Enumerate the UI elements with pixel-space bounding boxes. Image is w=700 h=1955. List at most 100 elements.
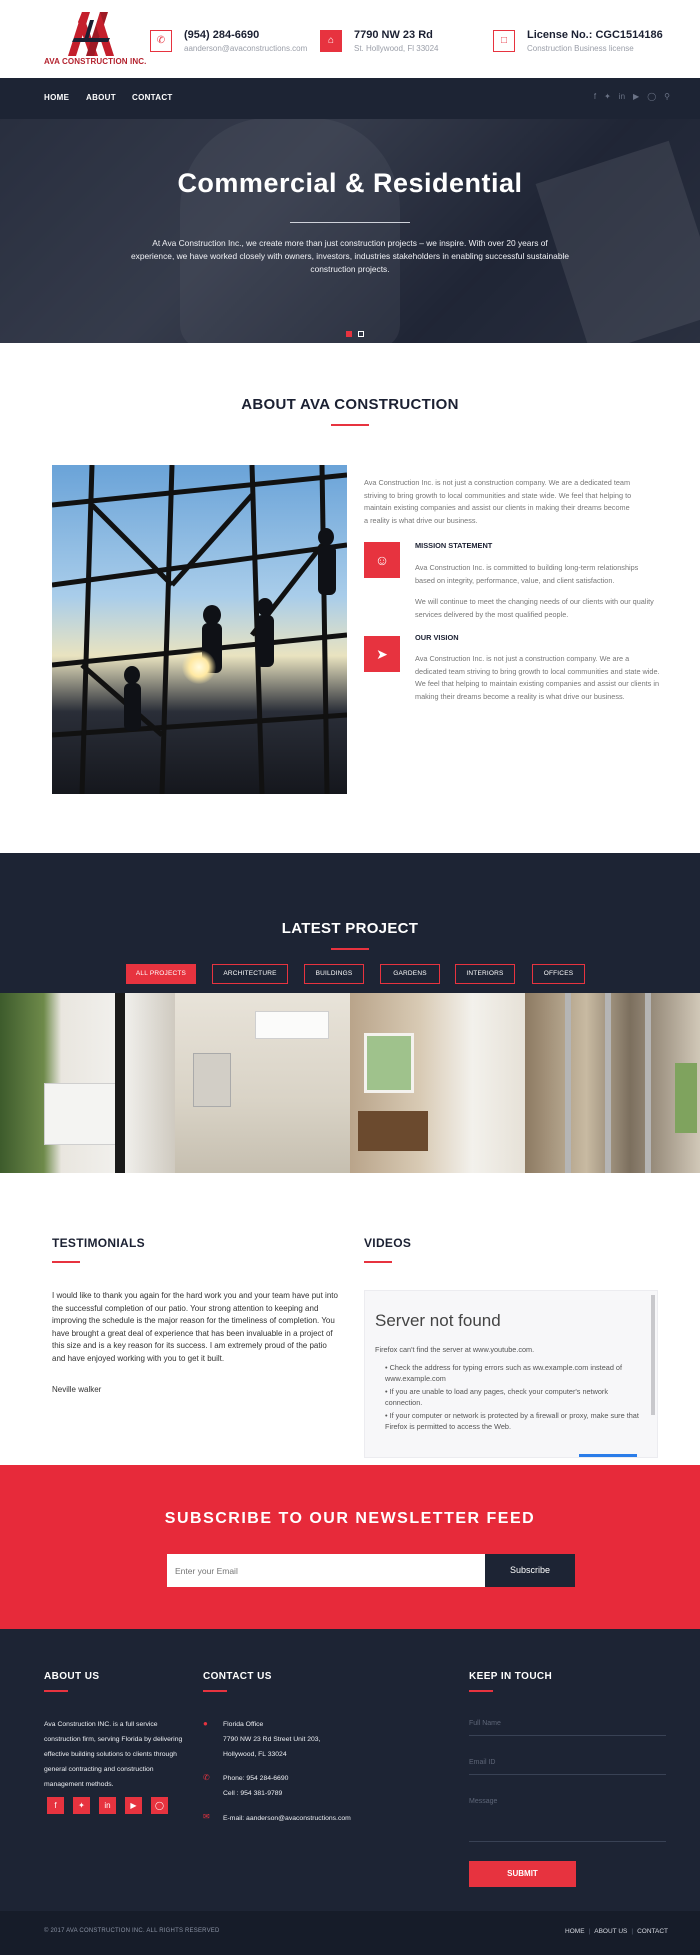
filter-buildings[interactable]: BUILDINGS: [304, 964, 364, 984]
filter-all-projects[interactable]: ALL PROJECTS: [126, 964, 196, 984]
email-id-field[interactable]: Email ID: [469, 1753, 666, 1775]
home-icon: ⌂: [320, 30, 342, 52]
linkedin-icon[interactable]: in: [619, 92, 625, 101]
logo-text: AVA CONSTRUCTION INC.: [44, 57, 147, 66]
error-tip-3-text: If your computer or network is protected…: [385, 1411, 639, 1431]
filter-architecture[interactable]: ARCHITECTURE: [212, 964, 288, 984]
newsletter-section: [0, 1465, 700, 1629]
separator: |: [631, 1928, 634, 1935]
testimonials-bar: [52, 1261, 80, 1263]
message-field[interactable]: Message: [469, 1792, 666, 1842]
license-number: License No.: CGC1514186: [527, 29, 663, 41]
error-message: Firefox can't find the server at www.you…: [375, 1345, 535, 1354]
footer-touch-title: KEEP IN TOUCH: [469, 1671, 553, 1682]
bottom-link-about[interactable]: ABOUT US: [594, 1928, 627, 1935]
projects-title-bar: [331, 948, 369, 950]
filter-interiors[interactable]: INTERIORS: [455, 964, 515, 984]
nav-home[interactable]: HOME: [44, 93, 69, 102]
mission-title: MISSION STATEMENT: [415, 541, 493, 550]
try-again-button[interactable]: [579, 1454, 637, 1457]
instagram-icon[interactable]: ◯: [151, 1797, 168, 1814]
twitter-icon[interactable]: ✦: [604, 92, 611, 101]
bottom-link-contact[interactable]: CONTACT: [637, 1928, 668, 1935]
footer-about-text: Ava Construction INC. is a full service …: [44, 1721, 183, 1788]
footer-contact-title: CONTACT US: [203, 1671, 272, 1682]
hero-divider: [290, 222, 410, 223]
newsletter-title: SUBSCRIBE TO OUR NEWSLETTER FEED: [164, 1510, 536, 1527]
separator: |: [588, 1928, 591, 1935]
videos-bar: [364, 1261, 392, 1263]
vision-text: Ava Construction Inc. is not just a cons…: [415, 654, 660, 701]
users-icon: ☺: [364, 542, 400, 578]
youtube-icon[interactable]: ▶: [633, 92, 639, 101]
pipe: [115, 993, 125, 1173]
ac-unit: [44, 1083, 124, 1145]
footer-phone[interactable]: Phone: 954 284-6690: [223, 1771, 373, 1786]
address-street: 7790 NW 23 Rd: [354, 29, 433, 41]
search-icon[interactable]: ⚲: [664, 92, 670, 101]
office-line1: 7790 NW 23 Rd Street Unit 203,: [223, 1736, 321, 1743]
nav-social-icons: f ✦ in ▶ ◯ ⚲: [594, 92, 670, 101]
envelope-icon: ✉: [203, 1812, 210, 1821]
videos-title: VIDEOS: [364, 1236, 412, 1250]
twitter-icon[interactable]: ✦: [73, 1797, 90, 1814]
footer-email[interactable]: E-mail: aanderson@avaconstructions.com: [223, 1811, 403, 1826]
footer-about-bar: [44, 1690, 68, 1692]
hero-description: At Ava Construction Inc., we create more…: [130, 238, 570, 274]
sun-glare: [182, 650, 216, 684]
mini-split-unit: [255, 1011, 329, 1039]
video-embed[interactable]: Server not found Firefox can't find the …: [364, 1290, 658, 1458]
email-address[interactable]: aanderson@avaconstructions.com: [184, 44, 307, 53]
stud: [565, 993, 571, 1173]
top-header: AVA CONSTRUCTION INC. ✆ (954) 284-6690 a…: [0, 0, 700, 78]
facebook-icon[interactable]: f: [47, 1797, 64, 1814]
scaffolding-image: [52, 465, 347, 794]
nav-about[interactable]: ABOUT: [86, 93, 116, 102]
footer-cell[interactable]: Cell : 954 381-9789: [223, 1786, 373, 1801]
instagram-icon[interactable]: ◯: [647, 92, 656, 101]
office-line2: Hollywood, FL 33024: [223, 1751, 287, 1758]
slider-dot-2[interactable]: [358, 331, 364, 337]
submit-button[interactable]: SUBMIT: [469, 1861, 576, 1887]
subscribe-button[interactable]: Subscribe: [485, 1554, 575, 1587]
stud: [645, 993, 651, 1173]
filter-offices[interactable]: OFFICES: [532, 964, 585, 984]
project-image-kitchen[interactable]: [350, 993, 525, 1173]
cabinet: [358, 1111, 428, 1151]
phone-icon: ✆: [203, 1773, 210, 1782]
mission-text-1: Ava Construction Inc. is committed to bu…: [415, 563, 639, 585]
about-title-bar: [331, 424, 369, 426]
phone-number[interactable]: (954) 284-6690: [184, 29, 259, 41]
electrical-panel: [193, 1053, 231, 1107]
about-title: ABOUT AVA CONSTRUCTION: [241, 396, 459, 413]
map-marker-icon: ●: [203, 1719, 208, 1728]
project-image-framing[interactable]: [525, 993, 700, 1173]
testimonials-title: TESTIMONIALS: [52, 1236, 145, 1250]
full-name-field[interactable]: Full Name: [469, 1714, 666, 1736]
office-label: Florida Office: [223, 1721, 264, 1728]
address-city: St. Hollywood, Fl 33024: [354, 44, 439, 53]
filter-gardens[interactable]: GARDENS: [380, 964, 440, 984]
bottom-link-home[interactable]: HOME: [565, 1928, 585, 1935]
paper-plane-icon: ➤: [364, 636, 400, 672]
license-caption: Construction Business license: [527, 44, 634, 53]
slider-dot-1[interactable]: [346, 331, 352, 337]
footer-contact-bar: [203, 1690, 227, 1692]
testimonial-quote: I would like to thank you again for the …: [52, 1291, 338, 1363]
linkedin-icon[interactable]: in: [99, 1797, 116, 1814]
vision-title: OUR VISION: [415, 633, 459, 642]
facebook-icon[interactable]: f: [594, 92, 596, 101]
stud: [605, 993, 611, 1173]
error-tip-3: • If your computer or network is protect…: [385, 1411, 639, 1431]
project-image-interior-wall[interactable]: [175, 993, 350, 1173]
footer-touch-bar: [469, 1690, 493, 1692]
window: [364, 1033, 414, 1093]
newsletter-email-input[interactable]: [167, 1554, 485, 1587]
youtube-icon[interactable]: ▶: [125, 1797, 142, 1814]
footer-about-title: ABOUT US: [44, 1671, 100, 1682]
nav-contact[interactable]: CONTACT: [132, 93, 173, 102]
mission-text-2: We will continue to meet the changing ne…: [415, 597, 654, 619]
project-image-ac-unit[interactable]: [0, 993, 175, 1173]
phone-icon: ✆: [150, 30, 172, 52]
scrollbar[interactable]: [651, 1295, 655, 1415]
